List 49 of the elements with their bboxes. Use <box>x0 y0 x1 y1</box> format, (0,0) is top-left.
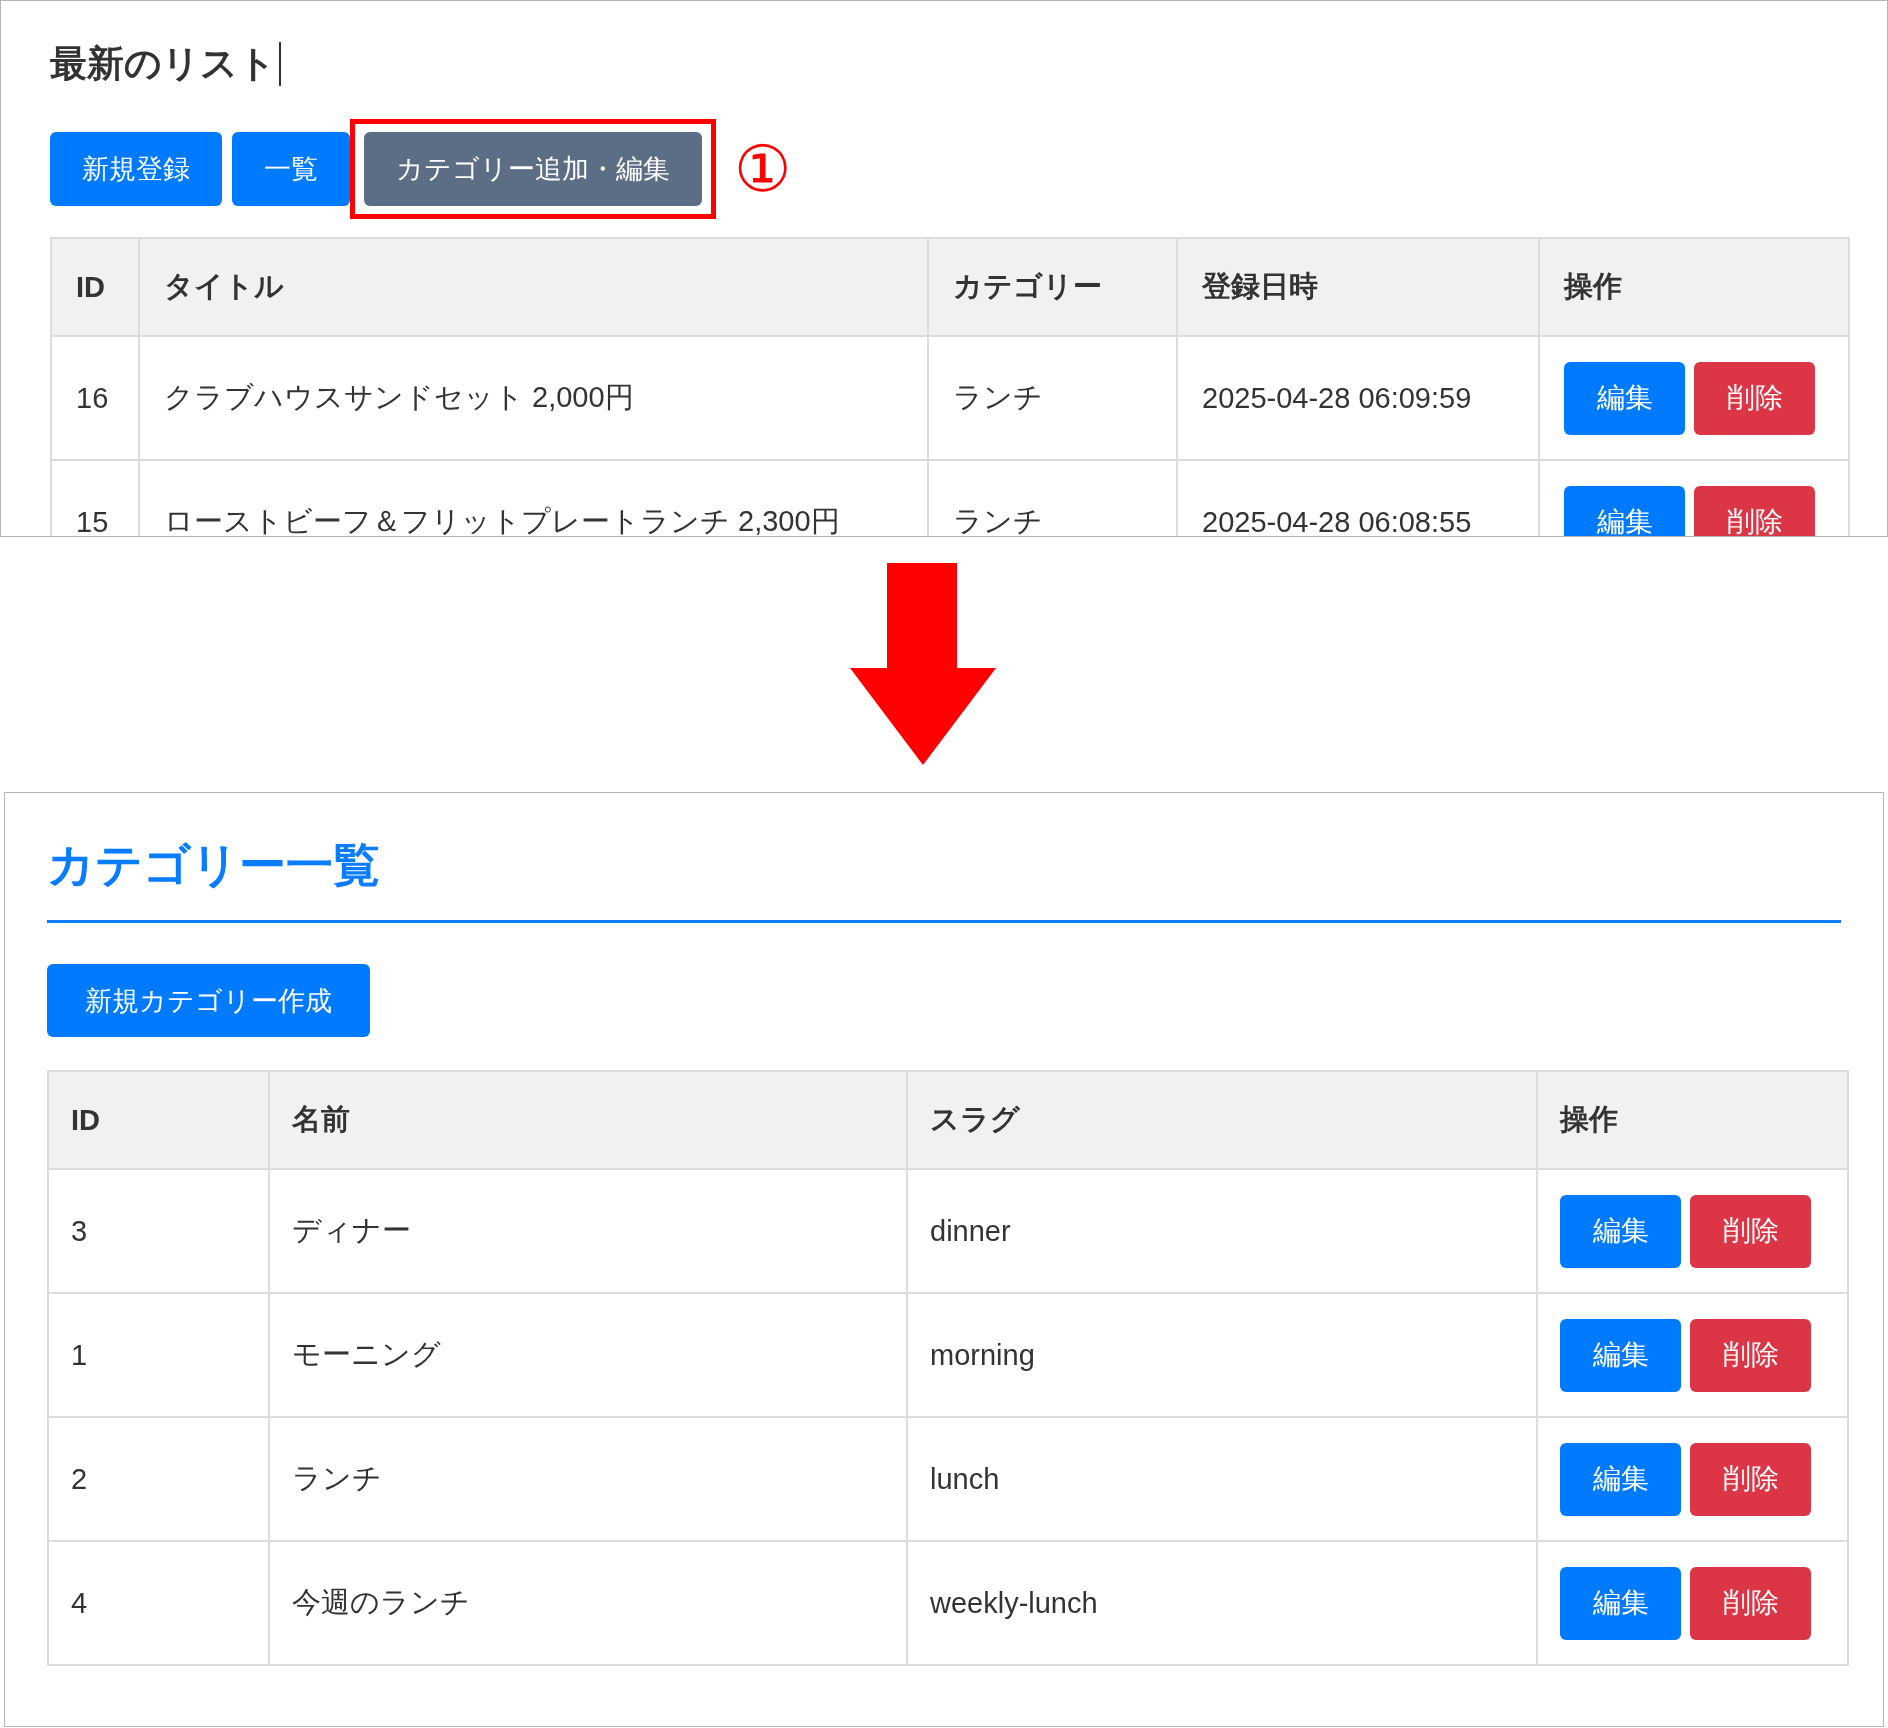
table-cell: lunch <box>930 1462 1000 1495</box>
table-cell: クラブハウスサンドセット 2,000円 <box>164 381 634 413</box>
column-header: ID <box>48 1071 269 1169</box>
table-cell: ランチ <box>292 1462 382 1494</box>
delete-button[interactable]: 削除 <box>1690 1442 1811 1516</box>
table-cell: 2 <box>71 1462 88 1495</box>
table-cell: 16 <box>76 381 109 414</box>
column-header: 登録日時 <box>1177 238 1539 336</box>
table-cell: モーニング <box>292 1338 441 1370</box>
column-header: カテゴリー <box>928 238 1177 336</box>
edit-button[interactable]: 編集 <box>1560 1566 1681 1640</box>
page-title: カテゴリー一覧 <box>47 837 381 893</box>
column-header: 操作 <box>1537 1071 1848 1169</box>
table-cell: dinner <box>930 1214 1011 1247</box>
table-cell: 2025-04-28 06:08:55 <box>1202 505 1472 536</box>
table-cell: ディナー <box>292 1214 411 1246</box>
table-cell: ランチ <box>953 505 1043 536</box>
edit-button[interactable]: 編集 <box>1560 1194 1681 1268</box>
table-cell: morning <box>930 1338 1035 1371</box>
delete-button[interactable]: 削除 <box>1694 361 1815 435</box>
column-header: タイトル <box>139 238 928 336</box>
delete-button[interactable]: 削除 <box>1690 1566 1811 1640</box>
table-cell: ランチ <box>953 381 1043 413</box>
table-cell: 1 <box>71 1338 88 1371</box>
edit-button[interactable]: 編集 <box>1560 1318 1681 1392</box>
nav-button[interactable]: 一覧 <box>232 131 350 206</box>
step-number: ① <box>734 136 792 201</box>
table-cell: 15 <box>76 505 109 536</box>
page-title: 最新のリスト <box>50 42 276 86</box>
table-cell: 今週のランチ <box>292 1586 470 1618</box>
new-category-button[interactable]: 新規カテゴリー作成 <box>47 964 370 1037</box>
delete-button[interactable]: 削除 <box>1690 1318 1811 1392</box>
column-header: ID <box>51 238 139 336</box>
column-header: 操作 <box>1539 238 1849 336</box>
table-cell: weekly-lunch <box>930 1586 1098 1619</box>
delete-button[interactable]: 削除 <box>1690 1194 1811 1268</box>
edit-button[interactable]: 編集 <box>1560 1442 1681 1516</box>
column-header: スラグ <box>907 1071 1537 1169</box>
delete-button[interactable]: 削除 <box>1694 485 1815 536</box>
edit-button[interactable]: 編集 <box>1564 361 1685 435</box>
table-cell: 2025-04-28 06:09:59 <box>1202 381 1472 414</box>
table-cell: 3 <box>71 1214 88 1247</box>
column-header: 名前 <box>269 1071 907 1169</box>
table-cell: 4 <box>71 1586 88 1619</box>
edit-button[interactable]: 編集 <box>1564 485 1685 536</box>
nav-button[interactable]: 新規登録 <box>50 131 222 206</box>
table-cell: ローストビーフ＆フリットプレートランチ 2,300円 <box>164 505 840 536</box>
category-edit-button[interactable]: カテゴリー追加・編集 <box>364 131 702 206</box>
down-arrow-icon <box>850 563 996 765</box>
